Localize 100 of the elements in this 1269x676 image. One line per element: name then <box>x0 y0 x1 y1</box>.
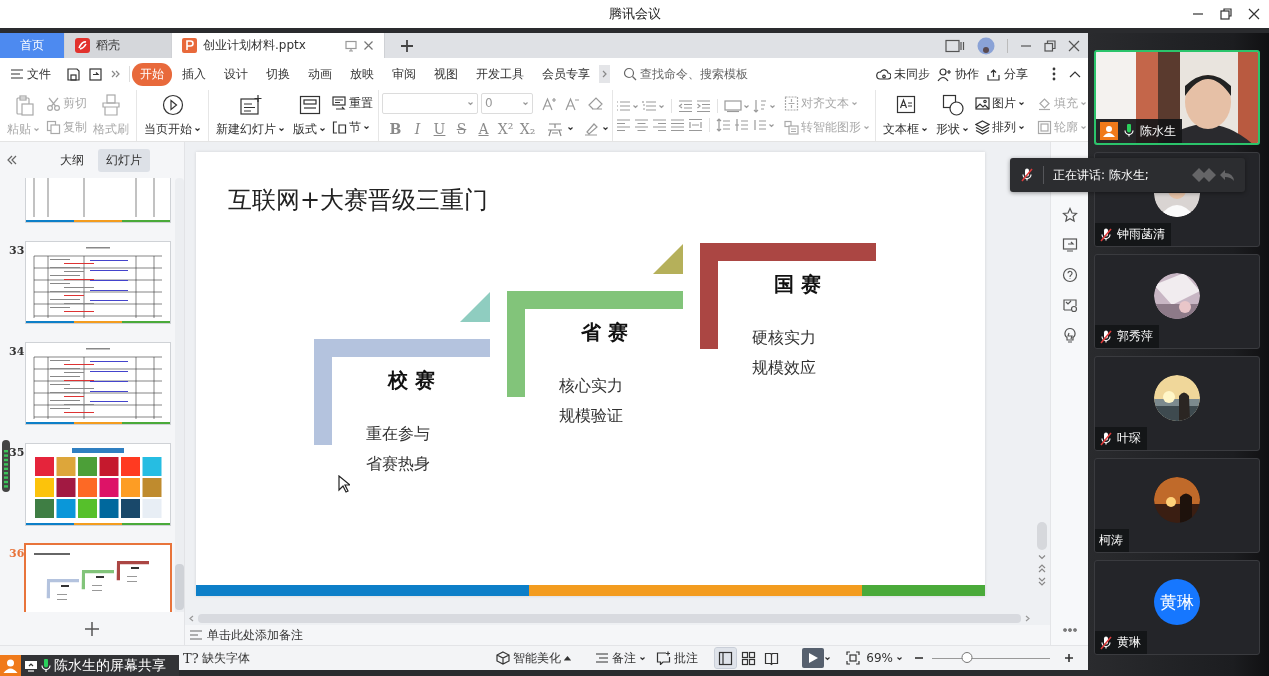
font-name-field[interactable] <box>382 92 478 114</box>
collapse-panel-icon[interactable] <box>6 154 18 166</box>
format-button[interactable]: I <box>408 118 427 139</box>
format-button[interactable]: U <box>430 118 449 139</box>
caret-icon <box>567 125 574 132</box>
ribbon-tab[interactable]: 会员专享 <box>534 62 598 86</box>
collapse-icon[interactable] <box>1068 69 1082 79</box>
zoom-level-button[interactable]: 69% <box>863 648 906 668</box>
export-icon[interactable] <box>88 66 103 82</box>
ribbon-button[interactable]: 新建幻灯片 <box>212 93 289 138</box>
ribbon-tab[interactable]: 视图 <box>426 62 466 86</box>
star-icon[interactable] <box>1061 207 1078 223</box>
tab[interactable]: 稻壳 <box>65 33 172 58</box>
sort-icon[interactable] <box>753 99 768 113</box>
scrollbar-thumb[interactable] <box>175 564 184 610</box>
view-button[interactable] <box>715 648 737 668</box>
close-icon[interactable] <box>1247 7 1261 21</box>
ribbon-button[interactable]: 形状 <box>932 93 973 138</box>
scrollbar-thumb[interactable] <box>1037 522 1047 550</box>
ribbon-button[interactable]: 版式 <box>289 93 330 138</box>
panel-icon[interactable] <box>945 38 965 53</box>
caret-icon <box>639 654 647 662</box>
ribbon-tab[interactable]: 切换 <box>258 62 298 86</box>
slider-thumb[interactable] <box>961 652 973 663</box>
ribbon-button[interactable]: 文本框 <box>879 93 932 138</box>
close-icon[interactable] <box>1068 39 1080 52</box>
align-left-icon[interactable] <box>616 118 631 132</box>
ribbon-tab[interactable]: 插入 <box>174 62 214 86</box>
scroll-down-icon[interactable] <box>1038 554 1046 560</box>
participant-tile[interactable]: 陈水生 <box>1094 50 1260 145</box>
slide-thumbnail[interactable] <box>25 241 171 324</box>
format-button[interactable]: S <box>452 118 471 139</box>
avatar-icon[interactable] <box>977 36 995 55</box>
chevron-right-icon[interactable] <box>601 69 608 79</box>
justify-icon[interactable] <box>670 118 685 132</box>
bulb-icon[interactable] <box>1061 327 1078 343</box>
diamond-icon <box>1191 167 1217 183</box>
slide-thumbnail[interactable] <box>25 443 171 526</box>
zoom-in-icon[interactable] <box>1064 653 1074 663</box>
ribbon-tab[interactable]: 开发工具 <box>468 62 532 86</box>
ribbon-tab[interactable]: 放映 <box>342 62 382 86</box>
panel-tab[interactable]: 幻灯片 <box>98 148 150 172</box>
eraser-icon[interactable] <box>588 95 604 111</box>
align-center-icon[interactable] <box>634 118 649 132</box>
participant-tile[interactable]: 柯涛 <box>1094 458 1260 553</box>
participant-tile[interactable]: 郭秀萍 <box>1094 254 1260 349</box>
panel-tab[interactable]: 大纲 <box>52 148 92 172</box>
more-icon[interactable] <box>1061 627 1078 633</box>
scroll-left-icon[interactable] <box>189 615 194 622</box>
play-button[interactable] <box>802 648 825 668</box>
page-up-icon[interactable] <box>1038 564 1046 573</box>
kebab-icon[interactable] <box>1051 67 1057 81</box>
outdent-icon[interactable] <box>678 99 693 113</box>
page-down-icon[interactable] <box>1038 577 1046 586</box>
more-icon[interactable] <box>110 68 122 80</box>
shrink-font-icon[interactable] <box>565 95 581 111</box>
toolbar-button[interactable]: 未同步 <box>876 65 930 83</box>
restore-icon[interactable] <box>1219 7 1233 21</box>
help-icon[interactable] <box>1061 267 1078 283</box>
search-field[interactable]: 查找命令、搜索模板 <box>623 65 748 83</box>
add-tab-icon[interactable] <box>400 38 414 53</box>
toolbar-button[interactable]: 备注 <box>592 648 650 668</box>
toolbar-button[interactable]: 智能美化 <box>493 648 575 668</box>
ribbon-button[interactable]: 图片 <box>973 92 1027 115</box>
grow-font-icon[interactable] <box>542 95 558 111</box>
format-button[interactable]: X² <box>496 118 515 139</box>
indent-icon[interactable] <box>696 99 711 113</box>
slide-thumbnail[interactable] <box>24 543 172 612</box>
caret-icon <box>743 102 750 110</box>
align-right-icon[interactable] <box>652 118 667 132</box>
toolbar-button[interactable]: 分享 <box>986 65 1028 83</box>
ribbon-button[interactable]: 重置 <box>330 92 375 115</box>
participant-tile[interactable]: 黄琳 黄琳 <box>1094 560 1260 655</box>
add-user-icon <box>937 66 952 82</box>
scroll-right-icon[interactable] <box>1025 615 1030 622</box>
ribbon-button[interactable]: 节 <box>330 116 375 139</box>
toolbar-button[interactable]: 批注 <box>653 648 702 668</box>
text-direction-icon[interactable] <box>724 99 742 113</box>
format-button[interactable]: X₂ <box>518 118 537 139</box>
photo-edit-icon[interactable] <box>1061 297 1078 313</box>
ribbon-tab[interactable]: 设计 <box>216 62 256 86</box>
slide-thumbnail[interactable] <box>25 342 171 425</box>
ribbon-tab[interactable]: 动画 <box>300 62 340 86</box>
ribbon-button[interactable]: 排列 <box>973 116 1027 139</box>
ribbon-tab[interactable]: 审阅 <box>384 62 424 86</box>
distribute-icon[interactable] <box>688 118 703 132</box>
notes-field[interactable]: 单击此处添加备注 <box>185 625 1050 645</box>
line-spacing-icon[interactable] <box>716 118 731 132</box>
phonetic-guide-icon[interactable] <box>546 120 564 137</box>
participant-tile[interactable]: 叶琛 <box>1094 356 1260 451</box>
toolbar-button[interactable]: 协作 <box>937 65 979 83</box>
menu-icon <box>10 68 24 80</box>
cast-icon[interactable] <box>1061 237 1078 253</box>
file-menu[interactable]: 文件 <box>10 65 51 83</box>
tab[interactable]: 创业计划材料.pptx <box>172 33 385 58</box>
participant-name: 陈水生 <box>1140 122 1176 140</box>
missing-font-button[interactable]: T? 缺失字体 <box>180 648 253 668</box>
save-icon[interactable] <box>66 66 81 82</box>
restore-icon[interactable] <box>1044 39 1056 52</box>
ribbon-button[interactable]: 当页开始 <box>140 93 205 138</box>
